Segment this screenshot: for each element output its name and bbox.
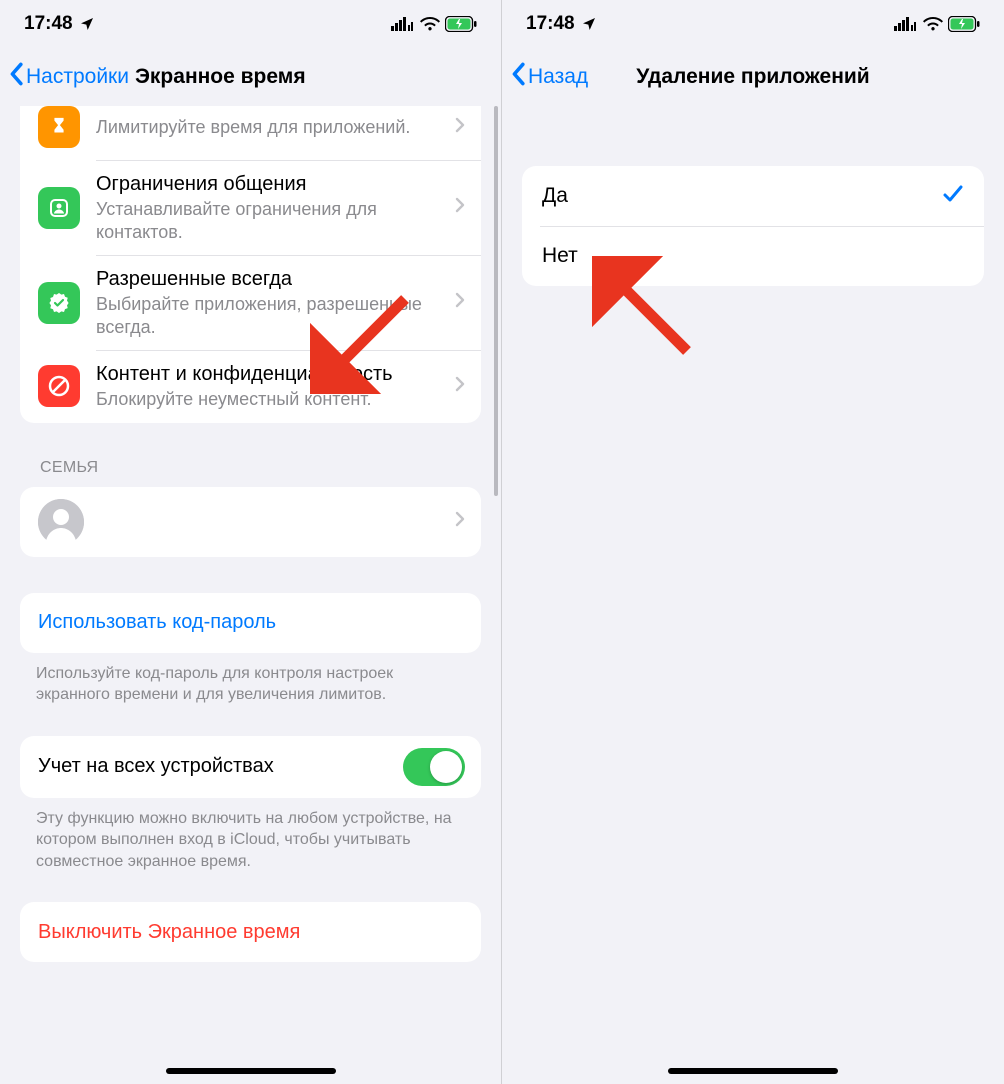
wifi-icon	[923, 17, 943, 31]
check-badge-icon	[38, 282, 80, 324]
option-no-row[interactable]: Нет	[522, 226, 984, 286]
screen-time-settings-screen: 17:48	[0, 0, 502, 1084]
chevron-left-icon	[510, 62, 526, 92]
content: Да Нет	[502, 106, 1004, 1084]
nosign-icon	[38, 365, 80, 407]
row-title: Использовать код-пароль	[38, 610, 465, 635]
family-group	[20, 487, 481, 557]
checkmark-icon	[942, 184, 964, 209]
back-button[interactable]: Назад	[510, 62, 588, 92]
chevron-right-icon	[455, 376, 465, 397]
row-sub: Устанавливайте ограничения для контактов…	[96, 198, 445, 243]
chevron-right-icon	[455, 117, 465, 138]
row-title: Выключить Экранное время	[38, 920, 465, 945]
family-member-row[interactable]	[20, 487, 481, 557]
chevron-left-icon	[8, 62, 24, 92]
passcode-footer: Используйте код-пароль для контроля наст…	[36, 663, 465, 706]
use-passcode-row[interactable]: Использовать код-пароль	[20, 593, 481, 653]
status-bar: 17:48	[0, 0, 501, 48]
hourglass-icon	[38, 106, 80, 148]
option-yes-row[interactable]: Да	[522, 166, 984, 226]
chevron-right-icon	[455, 511, 465, 532]
passcode-group: Использовать код-пароль	[20, 593, 481, 653]
back-button[interactable]: Настройки	[8, 62, 129, 92]
scroll-indicator[interactable]	[494, 106, 498, 496]
back-label: Настройки	[26, 65, 129, 89]
status-bar: 17:48	[502, 0, 1004, 48]
nav-bar: Назад Удаление приложений	[502, 48, 1004, 106]
dual-signal-icon	[391, 17, 415, 31]
option-label: Да	[542, 183, 932, 209]
home-indicator[interactable]	[668, 1068, 838, 1074]
delete-apps-screen: 17:48	[502, 0, 1004, 1084]
home-indicator[interactable]	[166, 1068, 336, 1074]
share-across-devices-row[interactable]: Учет на всех устройствах	[20, 736, 481, 798]
status-time: 17:48	[24, 13, 73, 35]
avatar-placeholder-icon	[38, 499, 84, 545]
contact-icon	[38, 187, 80, 229]
wifi-icon	[420, 17, 440, 31]
communication-limits-row[interactable]: Ограничения общения Устанавливайте огран…	[20, 160, 481, 255]
share-footer: Эту функцию можно включить на любом устр…	[36, 808, 465, 873]
nav-title: Экранное время	[135, 65, 306, 89]
location-icon	[581, 16, 597, 32]
battery-charging-icon	[948, 16, 980, 32]
battery-charging-icon	[445, 16, 477, 32]
row-sub: Выбирайте приложения, разрешенные всегда…	[96, 293, 445, 338]
options-group: Да Нет	[522, 166, 984, 286]
row-title: Учет на всех устройствах	[38, 754, 403, 779]
content-privacy-row[interactable]: Контент и конфиденциальность Блокируйте …	[20, 350, 481, 423]
option-label: Нет	[542, 243, 964, 269]
always-allowed-row[interactable]: Разрешенные всегда Выбирайте приложения,…	[20, 255, 481, 350]
features-group: Лимитируйте время для приложений. Ограни…	[20, 106, 481, 423]
chevron-right-icon	[455, 197, 465, 218]
content-scroll[interactable]: Лимитируйте время для приложений. Ограни…	[0, 106, 501, 1084]
row-title: Разрешенные всегда	[96, 267, 445, 292]
dual-signal-icon	[894, 17, 918, 31]
turn-off-row[interactable]: Выключить Экранное время	[20, 902, 481, 962]
share-group: Учет на всех устройствах	[20, 736, 481, 798]
nav-bar: Настройки Экранное время	[0, 48, 501, 106]
turnoff-group: Выключить Экранное время	[20, 902, 481, 962]
location-icon	[79, 16, 95, 32]
back-label: Назад	[528, 65, 588, 89]
app-limits-sub: Лимитируйте время для приложений.	[96, 116, 445, 139]
row-title: Контент и конфиденциальность	[96, 362, 445, 387]
status-time: 17:48	[526, 13, 575, 35]
family-section-header: СЕМЬЯ	[40, 459, 461, 477]
row-title: Ограничения общения	[96, 172, 445, 197]
row-sub: Блокируйте неуместный контент.	[96, 388, 445, 411]
share-toggle[interactable]	[403, 748, 465, 786]
app-limits-row[interactable]: Лимитируйте время для приложений.	[20, 106, 481, 160]
chevron-right-icon	[455, 292, 465, 313]
